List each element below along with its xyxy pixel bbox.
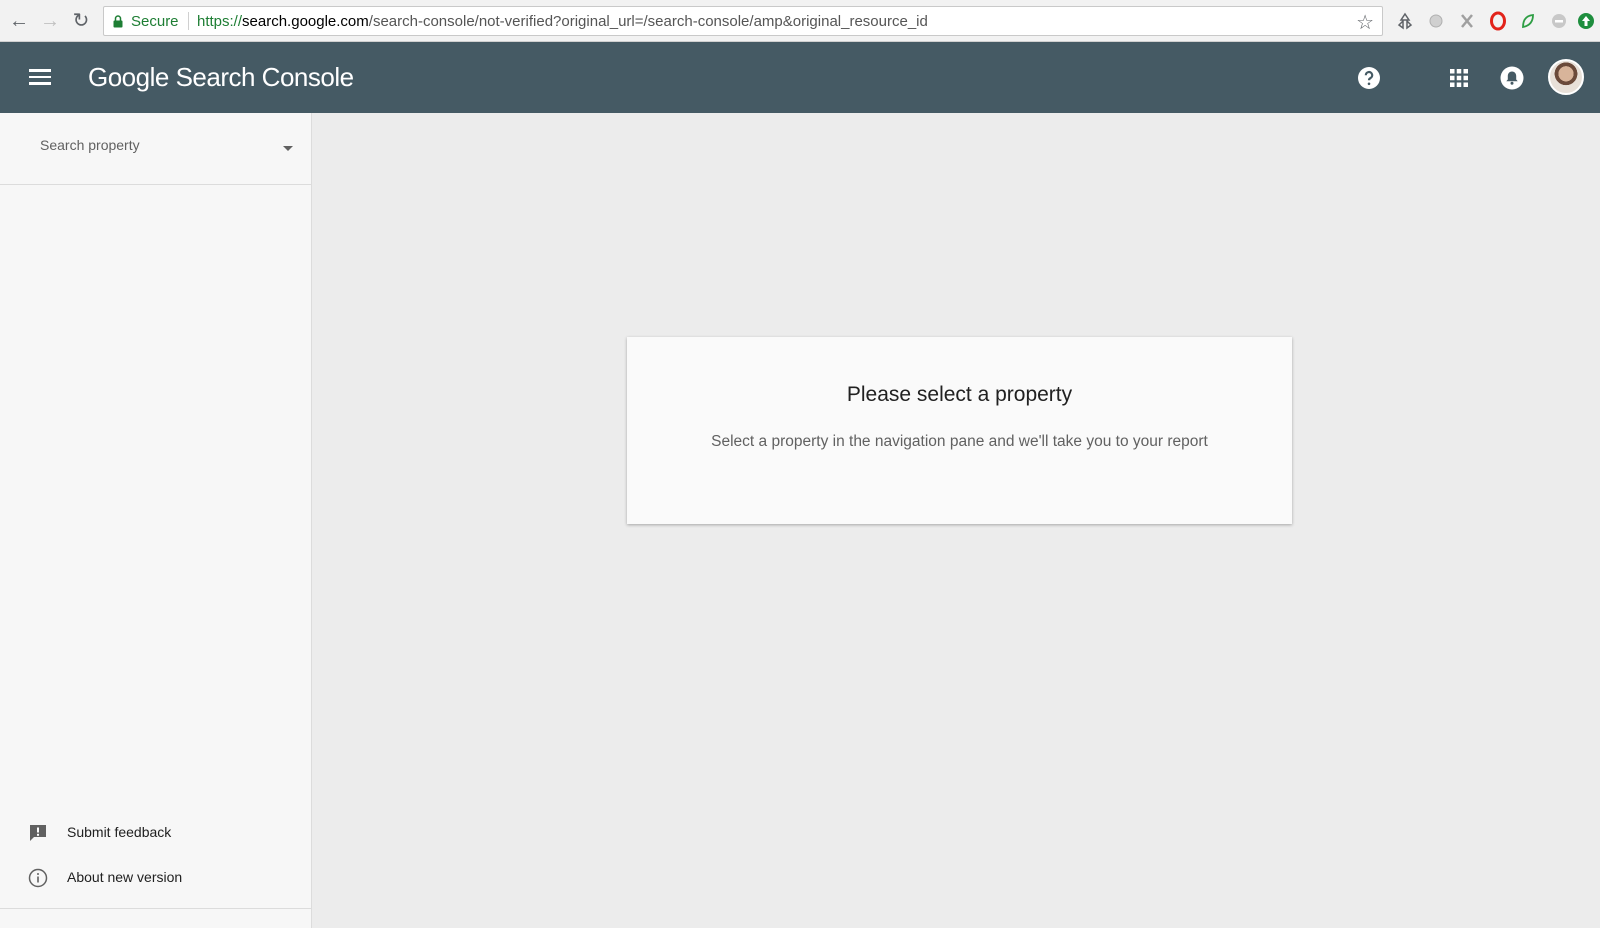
feedback-icon [30, 825, 46, 841]
card-title: Please select a property [846, 383, 1073, 406]
apps-grid-icon[interactable] [1447, 66, 1471, 90]
card-description: Select a property in the navigation pane… [711, 433, 1208, 450]
submit-feedback-label: Submit feedback [67, 824, 172, 840]
arrow-up-extension-icon[interactable] [1576, 11, 1596, 31]
url-scheme: https:// [197, 13, 243, 30]
url-divider [188, 12, 189, 30]
toggle-extension-icon[interactable] [1549, 11, 1569, 31]
url-host: search.google.com [242, 13, 369, 30]
recycle-extension-icon[interactable] [1395, 11, 1415, 31]
avatar[interactable] [1548, 59, 1584, 95]
app-header: Google Search Console [0, 42, 1600, 113]
circle-extension-icon[interactable] [1426, 11, 1446, 31]
select-property-card: Please select a property Select a proper… [627, 337, 1292, 524]
url-path: /search-console/not-verified?original_ur… [368, 13, 928, 30]
sidebar-divider [0, 908, 311, 909]
reload-icon[interactable]: ↻ [70, 10, 92, 32]
browser-toolbar: ← → ↻ Secure https://search.google.com/s… [0, 0, 1600, 42]
sidebar: Search property Submit feedback About ne… [0, 113, 312, 928]
submit-feedback-link[interactable]: Submit feedback [0, 813, 311, 853]
search-property-dropdown[interactable]: Search property [0, 113, 311, 185]
leaf-extension-icon[interactable] [1518, 11, 1538, 31]
info-icon [28, 868, 48, 888]
about-new-version-link[interactable]: About new version [0, 858, 311, 898]
star-icon[interactable]: ☆ [1356, 10, 1374, 35]
about-new-version-label: About new version [67, 869, 183, 885]
opera-extension-icon[interactable] [1488, 11, 1508, 31]
forward-icon[interactable]: → [39, 10, 61, 32]
search-property-placeholder: Search property [40, 137, 140, 153]
menu-icon[interactable] [29, 69, 51, 85]
x-extension-icon[interactable] [1457, 11, 1477, 31]
lock-icon [113, 15, 123, 28]
help-icon[interactable] [1357, 66, 1381, 90]
url-text[interactable]: https://search.google.com/search-console… [197, 13, 928, 30]
address-bar[interactable]: Secure https://search.google.com/search-… [103, 6, 1383, 36]
notifications-bell-icon[interactable] [1500, 66, 1524, 90]
back-icon[interactable]: ← [8, 10, 30, 32]
secure-label: Secure [131, 13, 179, 30]
chevron-down-icon [283, 146, 293, 151]
logo[interactable]: Google Search Console [88, 62, 354, 93]
